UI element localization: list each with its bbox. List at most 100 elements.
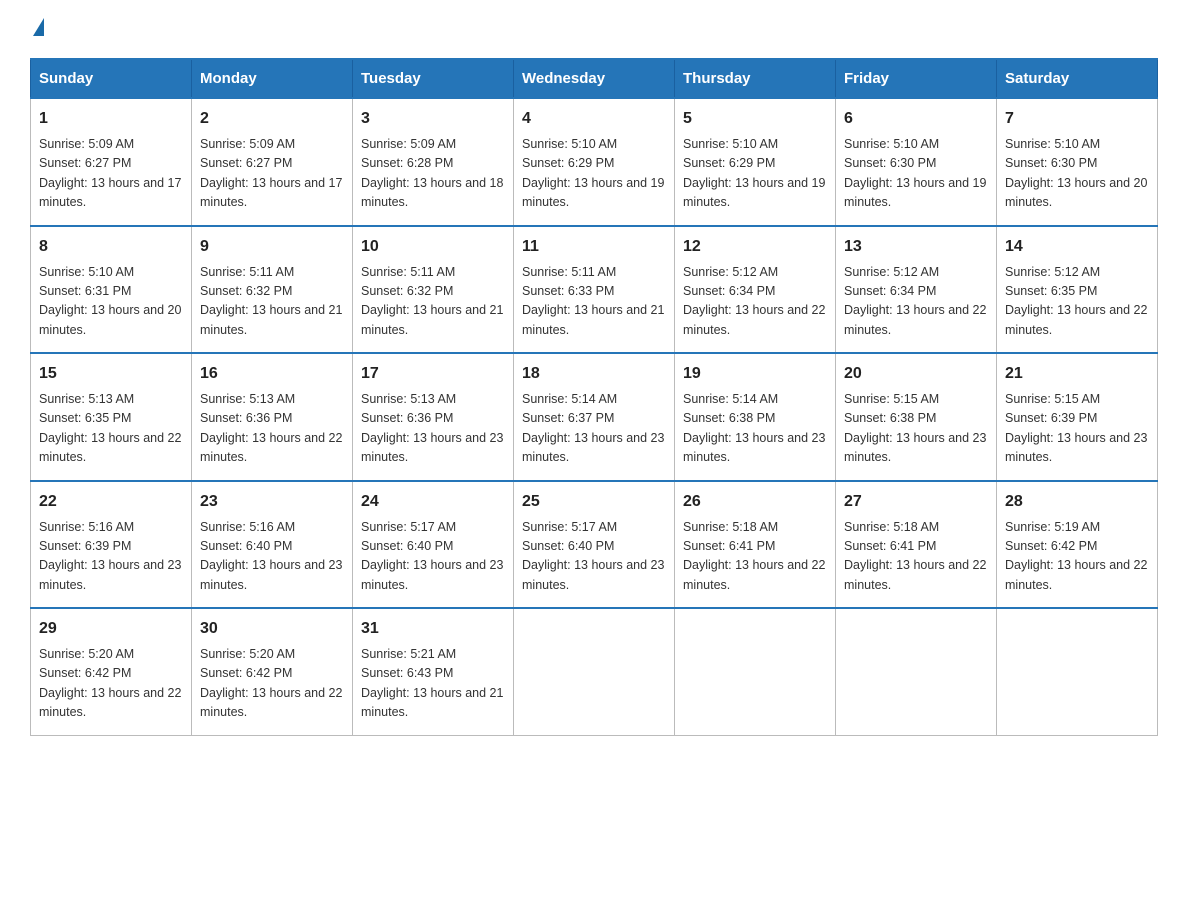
calendar-week-row: 1 Sunrise: 5:09 AMSunset: 6:27 PMDaylight… bbox=[31, 98, 1158, 226]
day-number: 11 bbox=[522, 235, 666, 259]
day-number: 22 bbox=[39, 490, 183, 514]
day-info: Sunrise: 5:12 AMSunset: 6:34 PMDaylight:… bbox=[683, 265, 825, 337]
calendar-cell: 6 Sunrise: 5:10 AMSunset: 6:30 PMDaylight… bbox=[836, 98, 997, 226]
day-info: Sunrise: 5:10 AMSunset: 6:30 PMDaylight:… bbox=[844, 137, 986, 209]
day-number: 4 bbox=[522, 107, 666, 131]
calendar-cell: 20 Sunrise: 5:15 AMSunset: 6:38 PMDayligh… bbox=[836, 353, 997, 481]
day-info: Sunrise: 5:14 AMSunset: 6:38 PMDaylight:… bbox=[683, 392, 825, 464]
calendar-cell: 19 Sunrise: 5:14 AMSunset: 6:38 PMDayligh… bbox=[675, 353, 836, 481]
calendar-cell: 2 Sunrise: 5:09 AMSunset: 6:27 PMDaylight… bbox=[192, 98, 353, 226]
day-number: 23 bbox=[200, 490, 344, 514]
day-info: Sunrise: 5:16 AMSunset: 6:39 PMDaylight:… bbox=[39, 520, 181, 592]
day-number: 26 bbox=[683, 490, 827, 514]
day-info: Sunrise: 5:10 AMSunset: 6:31 PMDaylight:… bbox=[39, 265, 181, 337]
calendar-week-row: 15 Sunrise: 5:13 AMSunset: 6:35 PMDayligh… bbox=[31, 353, 1158, 481]
day-info: Sunrise: 5:11 AMSunset: 6:33 PMDaylight:… bbox=[522, 265, 664, 337]
day-info: Sunrise: 5:09 AMSunset: 6:27 PMDaylight:… bbox=[200, 137, 342, 209]
calendar-cell: 22 Sunrise: 5:16 AMSunset: 6:39 PMDayligh… bbox=[31, 481, 192, 609]
calendar-cell: 11 Sunrise: 5:11 AMSunset: 6:33 PMDayligh… bbox=[514, 226, 675, 354]
calendar-cell: 13 Sunrise: 5:12 AMSunset: 6:34 PMDayligh… bbox=[836, 226, 997, 354]
day-number: 30 bbox=[200, 617, 344, 641]
calendar-cell: 25 Sunrise: 5:17 AMSunset: 6:40 PMDayligh… bbox=[514, 481, 675, 609]
logo-triangle-icon bbox=[33, 18, 44, 36]
day-number: 25 bbox=[522, 490, 666, 514]
column-header-sunday: Sunday bbox=[31, 59, 192, 98]
calendar-cell: 27Sunrise: 5:18 AMSunset: 6:41 PMDayligh… bbox=[836, 481, 997, 609]
calendar-cell: 18 Sunrise: 5:14 AMSunset: 6:37 PMDayligh… bbox=[514, 353, 675, 481]
day-number: 2 bbox=[200, 107, 344, 131]
day-number: 31 bbox=[361, 617, 505, 641]
day-info: Sunrise: 5:16 AMSunset: 6:40 PMDaylight:… bbox=[200, 520, 342, 592]
day-number: 1 bbox=[39, 107, 183, 131]
day-number: 18 bbox=[522, 362, 666, 386]
day-number: 16 bbox=[200, 362, 344, 386]
calendar-cell: 5 Sunrise: 5:10 AMSunset: 6:29 PMDaylight… bbox=[675, 98, 836, 226]
day-info: Sunrise: 5:11 AMSunset: 6:32 PMDaylight:… bbox=[361, 265, 503, 337]
calendar-cell: 3Sunrise: 5:09 AMSunset: 6:28 PMDaylight… bbox=[353, 98, 514, 226]
calendar-cell: 23 Sunrise: 5:16 AMSunset: 6:40 PMDayligh… bbox=[192, 481, 353, 609]
column-header-wednesday: Wednesday bbox=[514, 59, 675, 98]
day-info: Sunrise: 5:09 AMSunset: 6:27 PMDaylight:… bbox=[39, 137, 181, 209]
day-number: 8 bbox=[39, 235, 183, 259]
calendar-cell: 24Sunrise: 5:17 AMSunset: 6:40 PMDayligh… bbox=[353, 481, 514, 609]
calendar-cell: 29 Sunrise: 5:20 AMSunset: 6:42 PMDayligh… bbox=[31, 608, 192, 735]
column-header-friday: Friday bbox=[836, 59, 997, 98]
calendar-week-row: 8 Sunrise: 5:10 AMSunset: 6:31 PMDaylight… bbox=[31, 226, 1158, 354]
day-info: Sunrise: 5:15 AMSunset: 6:39 PMDaylight:… bbox=[1005, 392, 1147, 464]
day-info: Sunrise: 5:13 AMSunset: 6:35 PMDaylight:… bbox=[39, 392, 181, 464]
day-number: 19 bbox=[683, 362, 827, 386]
day-number: 6 bbox=[844, 107, 988, 131]
day-info: Sunrise: 5:10 AMSunset: 6:29 PMDaylight:… bbox=[683, 137, 825, 209]
calendar-header-row: SundayMondayTuesdayWednesdayThursdayFrid… bbox=[31, 59, 1158, 98]
day-number: 27 bbox=[844, 490, 988, 514]
day-info: Sunrise: 5:20 AMSunset: 6:42 PMDaylight:… bbox=[39, 647, 181, 719]
calendar-cell: 15 Sunrise: 5:13 AMSunset: 6:35 PMDayligh… bbox=[31, 353, 192, 481]
day-number: 28 bbox=[1005, 490, 1149, 514]
calendar-cell: 21Sunrise: 5:15 AMSunset: 6:39 PMDayligh… bbox=[997, 353, 1158, 481]
day-info: Sunrise: 5:17 AMSunset: 6:40 PMDaylight:… bbox=[361, 520, 503, 592]
column-header-thursday: Thursday bbox=[675, 59, 836, 98]
calendar-cell bbox=[836, 608, 997, 735]
column-header-saturday: Saturday bbox=[997, 59, 1158, 98]
calendar-cell: 10 Sunrise: 5:11 AMSunset: 6:32 PMDayligh… bbox=[353, 226, 514, 354]
day-number: 3 bbox=[361, 107, 505, 131]
day-info: Sunrise: 5:14 AMSunset: 6:37 PMDaylight:… bbox=[522, 392, 664, 464]
day-info: Sunrise: 5:13 AMSunset: 6:36 PMDaylight:… bbox=[361, 392, 503, 464]
day-info: Sunrise: 5:12 AMSunset: 6:34 PMDaylight:… bbox=[844, 265, 986, 337]
page-header bbox=[30, 20, 1158, 38]
day-number: 13 bbox=[844, 235, 988, 259]
day-number: 10 bbox=[361, 235, 505, 259]
day-number: 9 bbox=[200, 235, 344, 259]
day-number: 20 bbox=[844, 362, 988, 386]
calendar-cell: 17Sunrise: 5:13 AMSunset: 6:36 PMDayligh… bbox=[353, 353, 514, 481]
calendar-cell: 12 Sunrise: 5:12 AMSunset: 6:34 PMDayligh… bbox=[675, 226, 836, 354]
column-header-tuesday: Tuesday bbox=[353, 59, 514, 98]
logo bbox=[30, 20, 44, 38]
column-header-monday: Monday bbox=[192, 59, 353, 98]
calendar-cell bbox=[514, 608, 675, 735]
day-number: 14 bbox=[1005, 235, 1149, 259]
calendar-cell: 16 Sunrise: 5:13 AMSunset: 6:36 PMDayligh… bbox=[192, 353, 353, 481]
day-number: 7 bbox=[1005, 107, 1149, 131]
day-number: 29 bbox=[39, 617, 183, 641]
calendar-week-row: 22 Sunrise: 5:16 AMSunset: 6:39 PMDayligh… bbox=[31, 481, 1158, 609]
calendar-cell: 30 Sunrise: 5:20 AMSunset: 6:42 PMDayligh… bbox=[192, 608, 353, 735]
calendar-cell: 28Sunrise: 5:19 AMSunset: 6:42 PMDayligh… bbox=[997, 481, 1158, 609]
day-info: Sunrise: 5:15 AMSunset: 6:38 PMDaylight:… bbox=[844, 392, 986, 464]
calendar-cell: 9Sunrise: 5:11 AMSunset: 6:32 PMDaylight… bbox=[192, 226, 353, 354]
day-number: 12 bbox=[683, 235, 827, 259]
day-info: Sunrise: 5:10 AMSunset: 6:30 PMDaylight:… bbox=[1005, 137, 1147, 209]
calendar-cell bbox=[675, 608, 836, 735]
calendar-cell: 31Sunrise: 5:21 AMSunset: 6:43 PMDayligh… bbox=[353, 608, 514, 735]
day-number: 15 bbox=[39, 362, 183, 386]
day-info: Sunrise: 5:18 AMSunset: 6:41 PMDaylight:… bbox=[683, 520, 825, 592]
calendar-cell: 14 Sunrise: 5:12 AMSunset: 6:35 PMDayligh… bbox=[997, 226, 1158, 354]
calendar-cell: 1 Sunrise: 5:09 AMSunset: 6:27 PMDaylight… bbox=[31, 98, 192, 226]
day-info: Sunrise: 5:12 AMSunset: 6:35 PMDaylight:… bbox=[1005, 265, 1147, 337]
day-info: Sunrise: 5:17 AMSunset: 6:40 PMDaylight:… bbox=[522, 520, 664, 592]
day-info: Sunrise: 5:13 AMSunset: 6:36 PMDaylight:… bbox=[200, 392, 342, 464]
day-number: 5 bbox=[683, 107, 827, 131]
calendar-table: SundayMondayTuesdayWednesdayThursdayFrid… bbox=[30, 58, 1158, 736]
day-info: Sunrise: 5:20 AMSunset: 6:42 PMDaylight:… bbox=[200, 647, 342, 719]
calendar-cell: 8 Sunrise: 5:10 AMSunset: 6:31 PMDaylight… bbox=[31, 226, 192, 354]
